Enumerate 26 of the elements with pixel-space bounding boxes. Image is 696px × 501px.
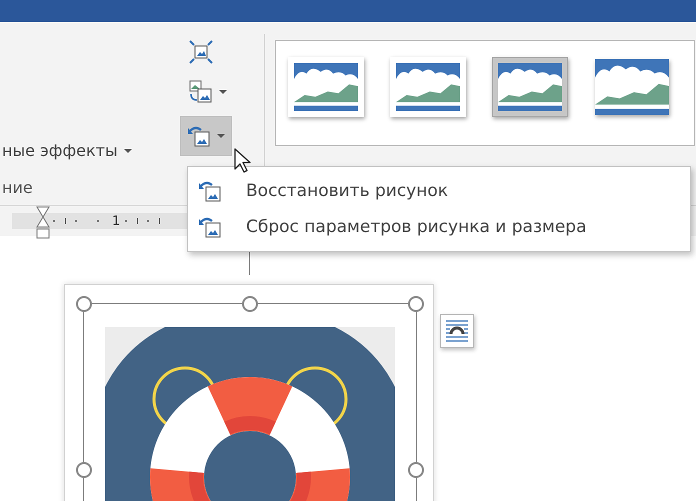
caret-icon	[217, 134, 225, 138]
resize-handle[interactable]	[242, 296, 258, 312]
picture-style-option[interactable]	[492, 57, 568, 117]
resize-handle[interactable]	[408, 296, 424, 312]
resize-handle[interactable]	[76, 462, 92, 478]
picture-icon	[198, 215, 222, 239]
reset-picture-button[interactable]	[180, 116, 232, 156]
text-wrap-icon	[444, 318, 470, 344]
layout-options-button[interactable]	[440, 314, 474, 348]
caret-icon	[124, 148, 132, 152]
picture-effects-button[interactable]: ные эффекты	[0, 139, 136, 162]
ruler-number: 1	[111, 214, 122, 228]
picture-style-option[interactable]	[594, 57, 670, 117]
picture-icon	[189, 80, 213, 104]
ruler-ticks-icon	[122, 216, 162, 226]
picture-icon	[187, 124, 211, 148]
resize-handle[interactable]	[408, 462, 424, 478]
menu-item[interactable]: Восстановить рисунок	[188, 173, 690, 209]
resize-handle[interactable]	[76, 296, 92, 312]
menu-item[interactable]: Сброс параметров рисунка и размера	[188, 209, 690, 245]
caret-icon	[219, 90, 227, 94]
picture-style-option[interactable]	[288, 57, 364, 117]
picture-style-option[interactable]	[390, 57, 466, 117]
picture-icon	[189, 40, 213, 64]
group-label: ние	[1, 178, 33, 197]
picture-icon	[198, 179, 222, 203]
